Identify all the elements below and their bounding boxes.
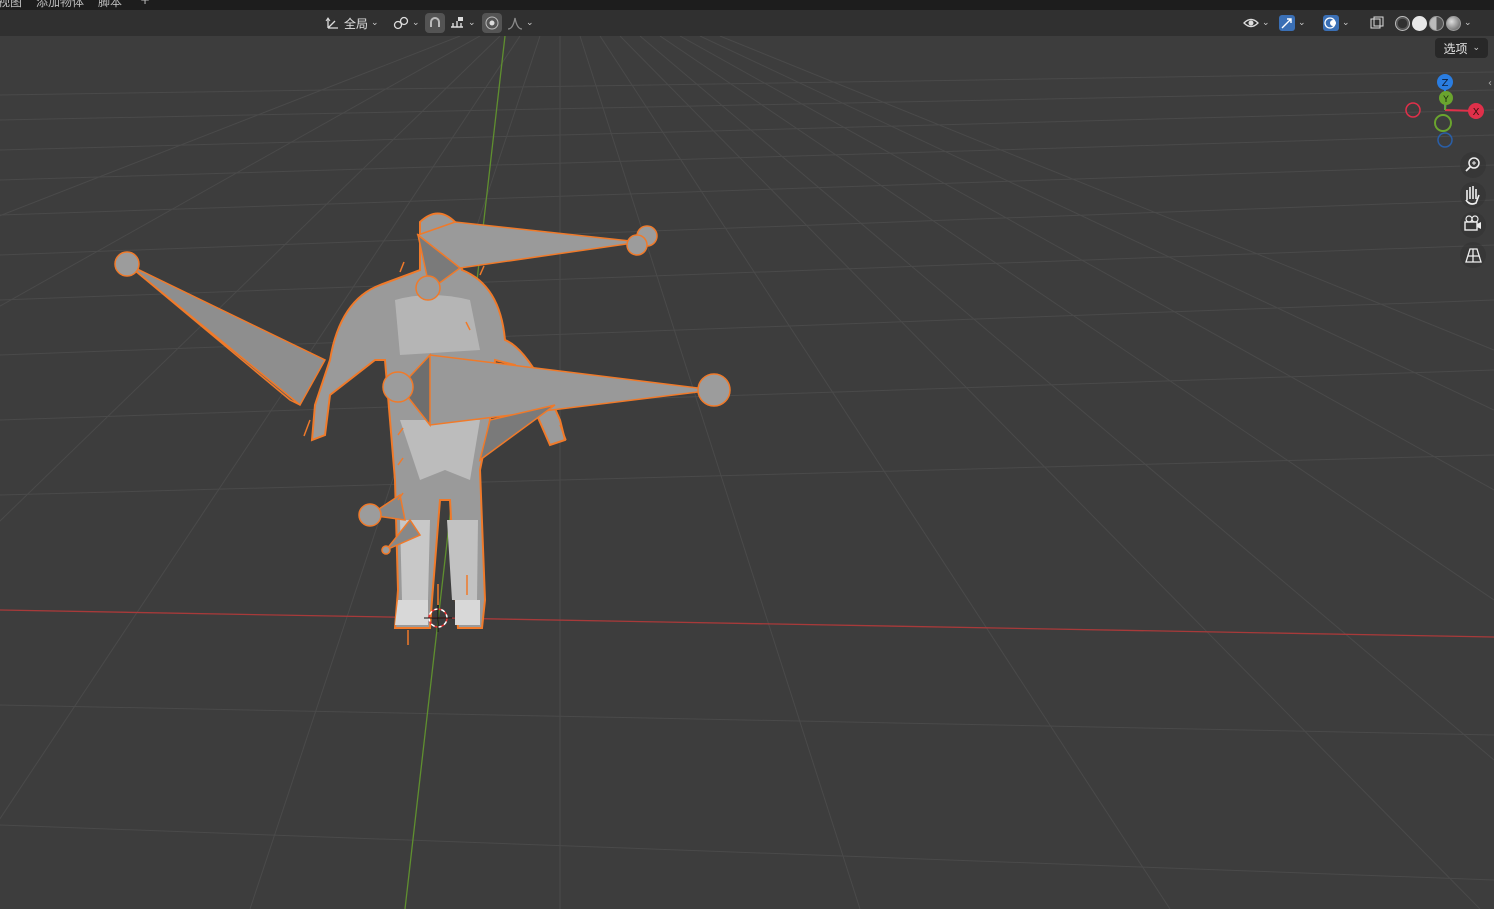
chevron-down-icon: ⌄ <box>468 18 476 28</box>
snap-increment-icon <box>449 15 465 31</box>
gizmo-arrows-icon <box>1279 15 1295 31</box>
transform-orientation-label: 全局 <box>344 16 369 31</box>
rendered-shading-icon[interactable] <box>1446 15 1461 31</box>
grid-perspective-icon[interactable] <box>1460 242 1486 268</box>
xray-toggle[interactable] <box>1366 13 1388 33</box>
orientation-axes-icon <box>325 15 341 31</box>
options-label: 选项 <box>1443 41 1468 56</box>
proportional-edit-toggle[interactable] <box>482 13 502 33</box>
solid-shading-icon[interactable] <box>1412 15 1427 31</box>
gizmo-toggle[interactable]: ⌄ <box>1276 13 1309 33</box>
falloff-curve-icon <box>507 15 523 31</box>
gizmo-x-label: X <box>1473 107 1480 118</box>
gizmo-y-label: Y <box>1442 95 1449 105</box>
menu-item-view[interactable]: 视图 <box>0 0 22 10</box>
pivot-link-icon <box>393 15 409 31</box>
chevron-down-icon: ⌄ <box>526 18 534 28</box>
options-dropdown[interactable]: 选项 ⌄ <box>1435 38 1488 58</box>
gizmo-z-label: Z <box>1442 78 1449 89</box>
sidebar-toggle-icon[interactable]: ‹ <box>1488 78 1492 89</box>
xray-icon <box>1369 15 1385 31</box>
overlays-toggle[interactable]: ⌄ <box>1320 13 1353 33</box>
chevron-down-icon[interactable]: ⌄ <box>1464 18 1472 28</box>
pan-hand-icon[interactable] <box>1460 182 1486 208</box>
pivot-point-dropdown[interactable]: ⌄ <box>390 13 423 33</box>
chevron-down-icon: ⌄ <box>1298 18 1306 28</box>
material-shading-icon[interactable] <box>1429 15 1444 31</box>
shading-modes: ⌄ <box>1392 13 1475 33</box>
snap-toggle[interactable] <box>425 13 445 33</box>
menu-item-add-object[interactable]: 添加物体 <box>36 0 84 10</box>
magnet-icon <box>427 15 443 31</box>
viewport-header: 全局 ⌄ ⌄ ⌄ ⌄ ⌄ ⌄ ⌄ ⌄ <box>0 10 1494 36</box>
eye-icon <box>1243 15 1259 31</box>
proportional-falloff-dropdown[interactable]: ⌄ <box>504 13 537 33</box>
chevron-down-icon: ⌄ <box>1342 18 1350 28</box>
transform-orientation-dropdown[interactable]: 全局 ⌄ <box>322 13 382 33</box>
visibility-dropdown[interactable]: ⌄ <box>1240 13 1273 33</box>
menu-item-script[interactable]: 脚本 <box>98 0 122 10</box>
wireframe-shading-icon[interactable] <box>1395 15 1410 31</box>
proportional-edit-icon <box>484 15 500 31</box>
overlay-circles-icon <box>1323 15 1339 31</box>
camera-icon[interactable] <box>1460 212 1486 238</box>
3d-viewport[interactable]: X Z Y ‹ <box>0 36 1494 909</box>
snap-target-dropdown[interactable]: ⌄ <box>446 13 479 33</box>
menu-strip: 视图 添加物体 脚本 + <box>0 0 1494 10</box>
chevron-down-icon: ⌄ <box>1262 18 1270 28</box>
zoom-icon[interactable] <box>1460 152 1486 178</box>
chevron-down-icon: ⌄ <box>1472 43 1480 53</box>
chevron-down-icon: ⌄ <box>412 18 420 28</box>
chevron-down-icon: ⌄ <box>371 18 379 28</box>
menu-item-add[interactable]: + <box>140 0 150 7</box>
